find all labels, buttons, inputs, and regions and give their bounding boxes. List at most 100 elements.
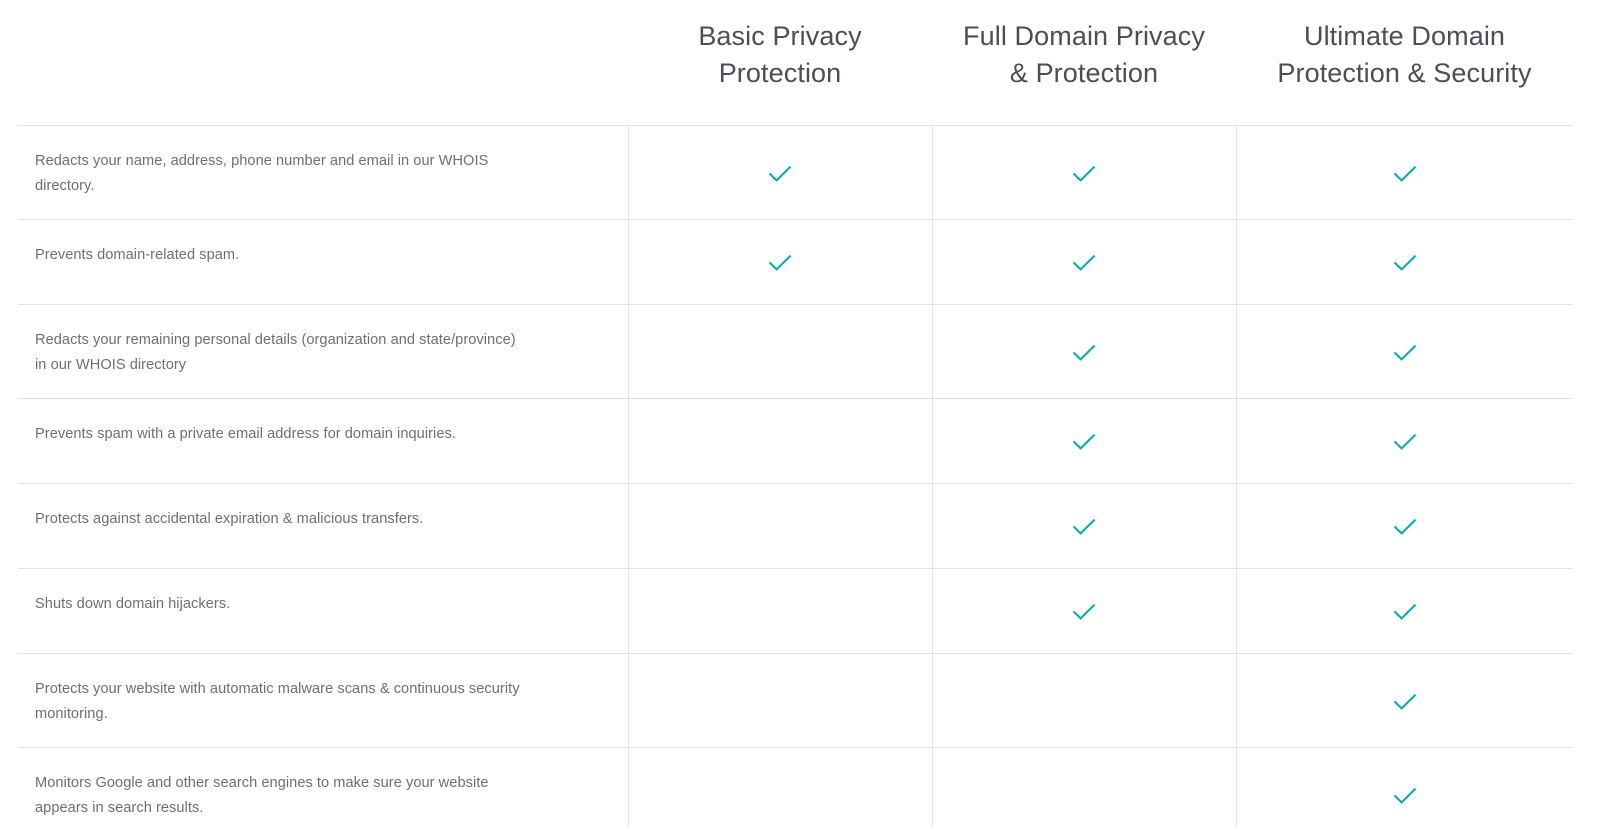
plan-header-basic-line1: Basic Privacy [698,21,862,51]
feature-description: Redacts your remaining personal details … [18,304,628,399]
cell-content [933,126,1236,187]
feature-description-line: Prevents domain-related spam. [35,246,240,263]
cell-content [629,484,932,514]
check-icon [1392,340,1418,366]
cell-content [933,484,1236,540]
table-row: Redacts your remaining personal details … [18,304,1574,399]
check-icon [1071,250,1097,276]
plan-cell-basic [627,125,932,220]
feature-description: Prevents spam with a private email addre… [18,398,628,484]
plan-cell-ultimate [1235,653,1574,748]
table-body: Redacts your name, address, phone number… [18,125,1573,828]
feature-description: Shuts down domain hijackers. [18,568,628,654]
plan-cell-full [931,653,1236,748]
cell-content [1237,220,1574,276]
feature-description: Monitors Google and other search engines… [18,747,628,828]
table-row: Prevents spam with a private email addre… [18,398,1574,484]
plan-cell-basic [627,219,932,305]
cell-content [629,399,932,429]
feature-description: Protects against accidental expiration &… [18,483,628,569]
plan-header-ultimate: Ultimate Domain Protection & Security [1236,0,1573,125]
check-icon [1392,250,1418,276]
plan-cell-ultimate [1235,483,1574,569]
cell-content [629,569,932,599]
feature-description-line: Redacts your name, address, phone number… [35,152,489,169]
table-row: Protects against accidental expiration &… [18,483,1574,569]
feature-description-line: Prevents spam with a private email addre… [35,425,456,442]
cell-content [933,654,1236,689]
check-icon [1071,599,1097,625]
plan-cell-ultimate [1235,398,1574,484]
cell-content [1237,305,1574,366]
check-icon [1071,340,1097,366]
plan-cell-full [931,125,1236,220]
table-row: Protects your website with automatic mal… [18,653,1574,748]
table-row: Redacts your name, address, phone number… [18,125,1574,220]
cell-content [1237,654,1574,715]
plan-cell-full [931,747,1236,828]
feature-description: Protects your website with automatic mal… [18,653,628,748]
cell-content [629,220,932,276]
plan-cell-full [931,304,1236,399]
feature-description: Prevents domain-related spam. [18,219,628,305]
check-icon [1392,161,1418,187]
plan-cell-full [931,568,1236,654]
plan-header-ultimate-line2: Protection & Security [1277,57,1532,88]
cell-content [1237,748,1574,809]
table-row: Shuts down domain hijackers. [18,568,1573,654]
plan-header-ultimate-line1: Ultimate Domain [1303,21,1506,51]
plan-cell-basic [627,398,932,484]
table-row: Prevents domain-related spam. [18,219,1574,305]
feature-column-header [18,0,628,125]
plan-cell-basic [627,653,932,748]
feature-description-line: appears in search results. [35,800,204,817]
feature-description-line: directory. [35,177,95,194]
plan-cell-ultimate [1235,219,1574,305]
plan-cell-basic [627,304,932,399]
plan-header-basic: Basic Privacy Protection [628,0,932,125]
plan-cell-basic [627,483,932,569]
cell-content [933,305,1236,366]
plan-cell-ultimate [1235,304,1574,399]
check-icon [1071,161,1097,187]
feature-description-line: Redacts your remaining personal details … [35,331,516,348]
plan-cell-ultimate [1235,747,1574,828]
table-row: Monitors Google and other search engines… [18,747,1574,828]
cell-content [629,305,932,340]
check-icon [767,250,793,276]
check-icon [1071,514,1097,540]
feature-description-line: Shuts down domain hijackers. [35,595,231,612]
plan-cell-basic [627,747,932,828]
cell-content [629,748,932,783]
cell-content [1237,399,1574,455]
feature-description-line: Protects your website with automatic mal… [35,680,520,697]
plan-cell-full [931,483,1236,569]
feature-description-line: in our WHOIS directory [35,356,187,373]
plan-comparison-table: Basic Privacy Protection Full Domain Pri… [0,0,1600,828]
check-icon [767,161,793,187]
cell-content [933,399,1236,455]
cell-content [629,654,932,689]
cell-content [1237,126,1574,187]
check-icon [1392,783,1418,809]
plan-cell-full [931,398,1236,484]
cell-content [933,569,1236,625]
cell-content [1237,484,1574,540]
check-icon [1392,514,1418,540]
feature-description: Redacts your name, address, phone number… [18,125,628,220]
plan-cell-ultimate [1235,125,1574,220]
feature-description-line: Monitors Google and other search engines… [35,775,489,792]
cell-content [629,126,932,187]
check-icon [1071,429,1097,455]
plan-header-full: Full Domain Privacy & Protection [932,0,1236,125]
plan-cell-full [931,219,1236,305]
feature-description-line: monitoring. [35,705,108,722]
plan-header-full-line2: & Protection [1009,57,1159,88]
plan-cell-ultimate [1235,568,1573,654]
header-row: Basic Privacy Protection Full Domain Pri… [18,0,1573,125]
plan-cell-basic [627,568,932,654]
check-icon [1392,599,1418,625]
comparison-table: Basic Privacy Protection Full Domain Pri… [18,0,1573,828]
check-icon [1392,689,1418,715]
plan-header-full-line1: Full Domain Privacy [963,21,1205,51]
